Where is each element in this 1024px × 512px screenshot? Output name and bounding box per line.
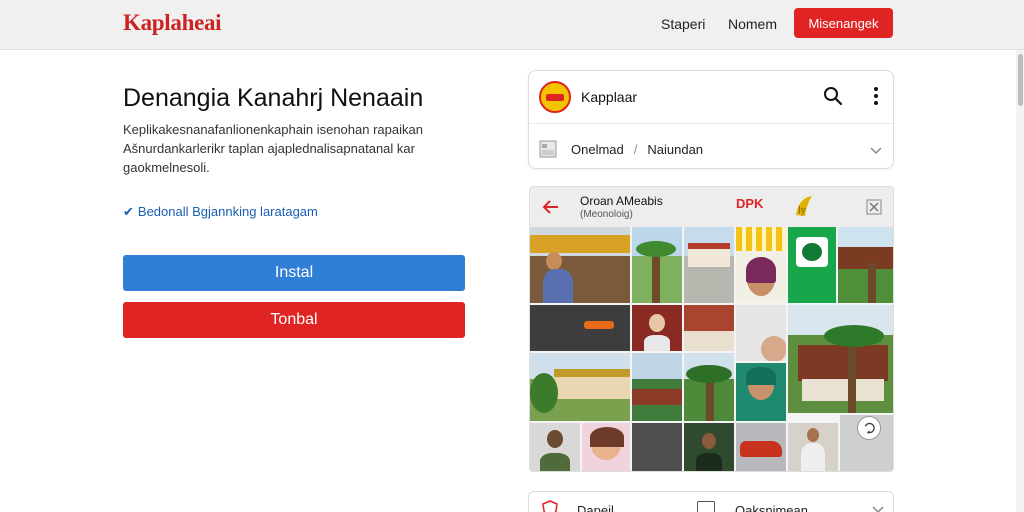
bottom-options-row: Dapeil Oaksnimean (528, 491, 894, 512)
photo-tile[interactable] (684, 227, 734, 303)
photo-tile[interactable] (736, 305, 786, 361)
photo-tile[interactable] (530, 353, 630, 421)
page-description: Keplikakesnanafanlionenkaphain isenohan … (123, 122, 423, 175)
bottom-option-label-1[interactable]: Dapeil (577, 503, 614, 512)
photo-tile[interactable] (530, 227, 630, 303)
page-title: Denangia Kanahrj Nenaain (123, 84, 424, 112)
close-icon[interactable] (866, 199, 882, 215)
breadcrumb[interactable]: Onelmad / Naiundan (571, 142, 703, 157)
install-button[interactable]: Instal (123, 255, 465, 291)
chevron-down-icon[interactable] (869, 143, 883, 157)
photo-tile[interactable] (838, 227, 893, 303)
gallery-badge: DPK (736, 196, 764, 211)
search-icon[interactable] (823, 86, 843, 106)
app-logo-icon (539, 81, 571, 113)
gallery-subtitle: (Meonoloig) (580, 209, 633, 220)
photo-tile[interactable] (632, 353, 682, 421)
app-card: Kapplaar Onelmad / Naiundan (528, 70, 894, 169)
photo-tile[interactable] (684, 423, 734, 471)
feature-check-label: Bedonall Bgjannking laratagam (137, 204, 318, 219)
photo-tile[interactable] (684, 305, 734, 351)
breadcrumb-item-2[interactable]: Naiundan (647, 142, 703, 157)
gallery-header: Oroan AMeabis (Meonoloig) DPK ly (530, 187, 893, 227)
photo-tile[interactable] (736, 423, 786, 471)
breadcrumb-item-1[interactable]: Onelmad (571, 142, 624, 157)
nav-cta-button[interactable]: Misenangek (794, 8, 893, 38)
shield-icon (542, 500, 558, 512)
photo-tile[interactable] (582, 423, 630, 471)
photo-tile[interactable] (736, 227, 786, 303)
feature-check: ✔ Bedonall Bgjannking laratagam (123, 204, 318, 220)
checkbox[interactable] (697, 501, 715, 512)
brand-logo[interactable]: Kaplaheai (123, 10, 222, 36)
photo-tile[interactable] (530, 423, 580, 471)
bottom-option-label-2[interactable]: Oaksnimean (735, 503, 808, 512)
page-scrollbar-thumb[interactable] (1018, 54, 1023, 106)
photo-gallery: Oroan AMeabis (Meonoloig) DPK ly (529, 186, 894, 472)
photo-tile[interactable] (788, 423, 838, 471)
photo-tile[interactable] (788, 305, 893, 413)
photo-tile[interactable] (736, 363, 786, 421)
card-divider (529, 123, 893, 124)
gallery-title: Oroan AMeabis (580, 194, 663, 208)
app-name: Kapplaar (581, 89, 638, 105)
checkmark-icon: ✔ (123, 204, 134, 219)
photo-tile[interactable] (530, 305, 630, 351)
photo-tile[interactable] (632, 423, 682, 471)
photo-tile[interactable] (632, 227, 682, 303)
cancel-button[interactable]: Tonbal (123, 302, 465, 338)
photo-tile[interactable] (632, 305, 682, 351)
nav-link-2[interactable]: Nomem (728, 16, 777, 32)
photo-tile[interactable] (684, 353, 734, 421)
back-arrow-icon[interactable] (542, 198, 560, 216)
more-vertical-icon[interactable] (867, 86, 885, 106)
folder-icon (539, 140, 557, 158)
nav-link-1[interactable]: Staperi (661, 16, 705, 32)
breadcrumb-separator: / (633, 142, 638, 157)
expand-icon[interactable] (857, 416, 881, 440)
chevron-down-icon[interactable] (871, 502, 885, 512)
photo-tile[interactable] (788, 227, 836, 303)
top-navbar: Kaplaheai Staperi Nomem Misenangek (0, 0, 1024, 50)
emblem-text: ly (798, 205, 806, 216)
page-scrollbar[interactable] (1016, 50, 1024, 512)
emblem-icon: ly (796, 196, 812, 216)
